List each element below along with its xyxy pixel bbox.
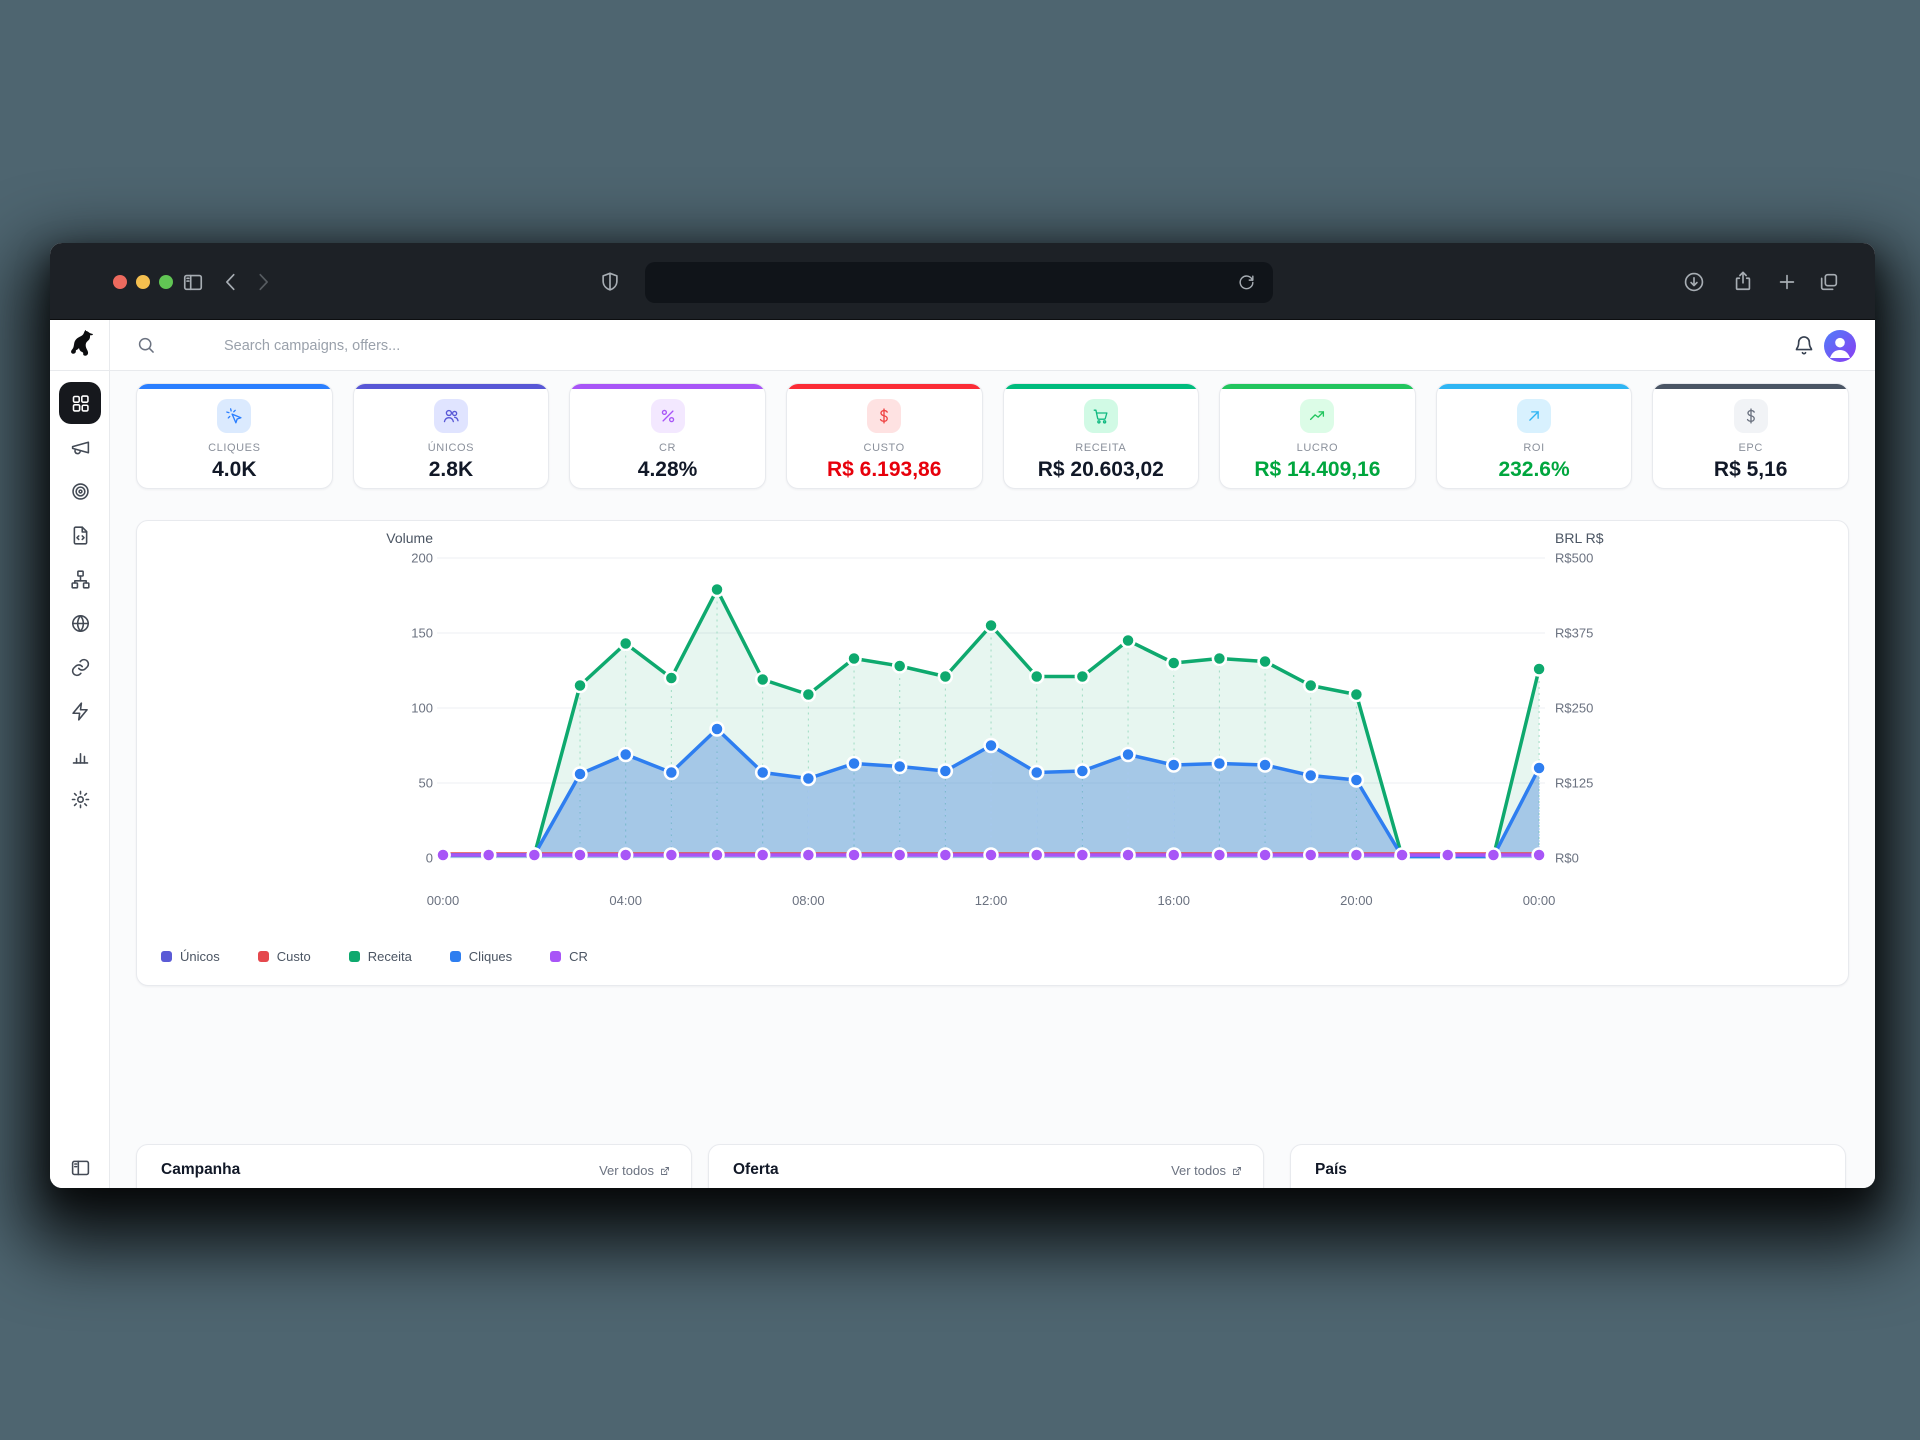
sidebar-item-campaigns[interactable] bbox=[59, 426, 101, 468]
megaphone-icon bbox=[70, 437, 91, 458]
browser-window: CLIQUES4.0KÚNICOS2.8KCR4.28%CUSTOR$ 6.19… bbox=[50, 243, 1875, 1188]
new-tab-icon[interactable] bbox=[1776, 271, 1798, 293]
app-sidebar bbox=[50, 320, 110, 1188]
back-icon[interactable] bbox=[220, 271, 242, 293]
sidebar-item-dashboard[interactable] bbox=[59, 382, 101, 424]
table-card-campanha: CampanhaVer todosCAMPANHACLIQUESUC (CAMP… bbox=[136, 1144, 692, 1188]
target-icon bbox=[70, 481, 91, 502]
globe-icon bbox=[70, 613, 91, 634]
bar-chart-icon bbox=[70, 745, 91, 766]
browser-toolbar bbox=[50, 243, 1875, 320]
external-link-icon bbox=[1231, 1165, 1243, 1177]
reload-icon[interactable] bbox=[1237, 273, 1256, 292]
ver-todos-link[interactable]: Ver todos bbox=[1171, 1163, 1243, 1178]
zap-icon bbox=[70, 701, 91, 722]
table-card-oferta: OfertaVer todosOFERTACLIQUESUC (CAMPANHA… bbox=[708, 1144, 1264, 1188]
sidebar-item-reports[interactable] bbox=[59, 734, 101, 776]
traffic-minimize-button[interactable] bbox=[136, 275, 150, 289]
dashboard-main: CLIQUES4.0KÚNICOS2.8KCR4.28%CUSTOR$ 6.19… bbox=[110, 371, 1875, 1188]
share-icon[interactable] bbox=[1732, 270, 1754, 292]
traffic-close-button[interactable] bbox=[113, 275, 127, 289]
sidebar-item-links[interactable] bbox=[59, 646, 101, 688]
panel-left-icon bbox=[70, 1157, 91, 1178]
shield-icon bbox=[599, 271, 621, 293]
ver-todos-label: Ver todos bbox=[1171, 1163, 1226, 1178]
ver-todos-link[interactable]: Ver todos bbox=[599, 1163, 671, 1178]
search-input[interactable] bbox=[222, 332, 822, 360]
tab-overview-icon[interactable] bbox=[1818, 271, 1840, 293]
app-header bbox=[110, 320, 1875, 371]
table-title: Campanha bbox=[161, 1161, 240, 1179]
sidebar-collapse-button[interactable] bbox=[59, 1146, 101, 1188]
forward-icon[interactable] bbox=[252, 271, 274, 293]
search-icon bbox=[136, 335, 156, 355]
link-icon bbox=[70, 657, 91, 678]
sidebar-item-landing-pages[interactable] bbox=[59, 514, 101, 556]
sidebar-item-settings[interactable] bbox=[59, 778, 101, 820]
sidebar-divider bbox=[50, 370, 110, 371]
summary-tables: CampanhaVer todosCAMPANHACLIQUESUC (CAMP… bbox=[110, 371, 1875, 1188]
traffic-zoom-button[interactable] bbox=[159, 275, 173, 289]
table-card-país: PaísPAÍSCLIQUESUC (CAMPANHA)CONV.CPCLEAD… bbox=[1290, 1144, 1846, 1188]
dog-logo[interactable] bbox=[64, 328, 96, 364]
file-code-icon bbox=[70, 525, 91, 546]
sidebar-item-domains[interactable] bbox=[59, 602, 101, 644]
network-icon bbox=[70, 569, 91, 590]
external-link-icon bbox=[659, 1165, 671, 1177]
sidebar-item-flows[interactable] bbox=[59, 558, 101, 600]
ver-todos-label: Ver todos bbox=[599, 1163, 654, 1178]
sidebar-item-automations[interactable] bbox=[59, 690, 101, 732]
sidebar-item-offers[interactable] bbox=[59, 470, 101, 512]
bell-icon[interactable] bbox=[1793, 334, 1815, 356]
grid-icon bbox=[70, 393, 91, 414]
download-icon[interactable] bbox=[1683, 271, 1705, 293]
avatar[interactable] bbox=[1824, 330, 1856, 362]
gear-icon bbox=[70, 789, 91, 810]
table-title: Oferta bbox=[733, 1161, 779, 1179]
url-bar[interactable] bbox=[645, 262, 1273, 303]
table-title: País bbox=[1315, 1161, 1347, 1179]
sidebar-toggle-icon[interactable] bbox=[182, 271, 204, 293]
